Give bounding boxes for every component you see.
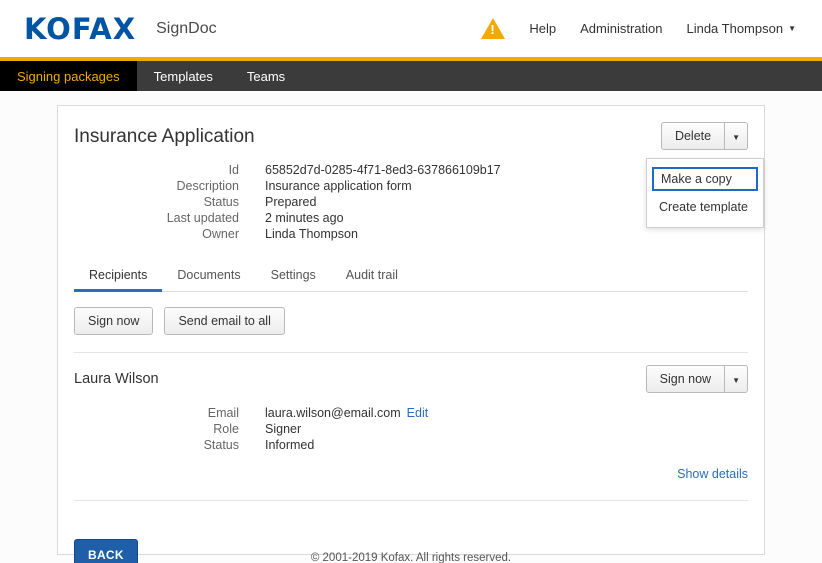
detail-value: 2 minutes ago [265,210,344,226]
detail-value: laura.wilson@email.com [265,405,401,421]
chevron-down-icon: ▼ [732,133,740,142]
delete-split-button: Delete ▼ [661,122,748,150]
main-nav: Signing packages Templates Teams [0,61,822,91]
delete-button[interactable]: Delete [661,122,725,150]
detail-label: Last updated [74,210,239,226]
detail-value: Signer [265,421,301,437]
recipient-sign-now-menu-toggle[interactable]: ▼ [725,365,748,393]
chevron-down-icon: ▼ [732,376,740,385]
chevron-down-icon: ▼ [788,25,796,33]
tab-audit-trail[interactable]: Audit trail [331,260,413,292]
header-actions: Help Administration Linda Thompson ▼ [481,18,796,39]
detail-label: Email [74,405,239,421]
tab-settings[interactable]: Settings [256,260,331,292]
user-menu[interactable]: Linda Thompson ▼ [686,21,796,36]
package-actions-menu: Make a copy Create template [646,158,764,228]
user-name: Linda Thompson [686,21,783,36]
page: KOFAX SignDoc Help Administration Linda … [0,0,822,563]
show-details-row: Show details [74,465,748,483]
nav-tab-templates[interactable]: Templates [137,61,230,91]
warning-icon[interactable] [481,18,505,39]
help-link[interactable]: Help [529,21,556,36]
edit-email-link[interactable]: Edit [407,405,429,421]
detail-row-email: Email laura.wilson@email.com Edit [74,405,748,421]
app-header: KOFAX SignDoc Help Administration Linda … [0,0,822,57]
detail-value: Informed [265,437,314,453]
nav-tab-signing-packages[interactable]: Signing packages [0,61,137,91]
detail-row-role: Role Signer [74,421,748,437]
divider [74,500,748,501]
divider [74,352,748,353]
kofax-logo: KOFAX [24,12,136,46]
detail-value: Insurance application form [265,178,412,194]
tab-recipients[interactable]: Recipients [74,260,162,292]
administration-link[interactable]: Administration [580,21,662,36]
package-tabs: Recipients Documents Settings Audit trai… [74,260,748,292]
detail-label: Id [74,162,239,178]
recipient-header: Laura Wilson Sign now ▼ [74,365,748,393]
nav-tab-teams[interactable]: Teams [230,61,302,91]
detail-label: Description [74,178,239,194]
tab-documents[interactable]: Documents [162,260,255,292]
detail-row-recipient-status: Status Informed [74,437,748,453]
recipient-actions: Sign now Send email to all [74,307,748,335]
detail-value: Prepared [265,194,316,210]
recipient-details: Email laura.wilson@email.com Edit Role S… [74,405,748,453]
detail-value: 65852d7d-0285-4f71-8ed3-637866109b17 [265,162,501,178]
package-card: Insurance Application Delete ▼ Make a co… [57,105,765,555]
sign-now-button[interactable]: Sign now [74,307,153,335]
detail-label: Owner [74,226,239,242]
package-title: Insurance Application [74,126,255,148]
detail-value: Linda Thompson [265,226,358,242]
detail-label: Status [74,437,239,453]
delete-menu-toggle[interactable]: ▼ [725,122,748,150]
menu-item-make-a-copy[interactable]: Make a copy [652,167,758,191]
detail-label: Status [74,194,239,210]
recipient-sign-now-button[interactable]: Sign now [646,365,725,393]
menu-item-create-template[interactable]: Create template [647,195,763,219]
detail-row-owner: Owner Linda Thompson [74,226,748,242]
send-email-to-all-button[interactable]: Send email to all [164,307,284,335]
recipient-name: Laura Wilson [74,371,159,387]
detail-label: Role [74,421,239,437]
show-details-link[interactable]: Show details [677,467,748,481]
package-title-row: Insurance Application Delete ▼ [74,122,748,150]
recipient-sign-now-split-button: Sign now ▼ [646,365,748,393]
copyright-footer: © 2001-2019 Kofax. All rights reserved. [0,552,822,563]
app-title: SignDoc [156,20,216,38]
